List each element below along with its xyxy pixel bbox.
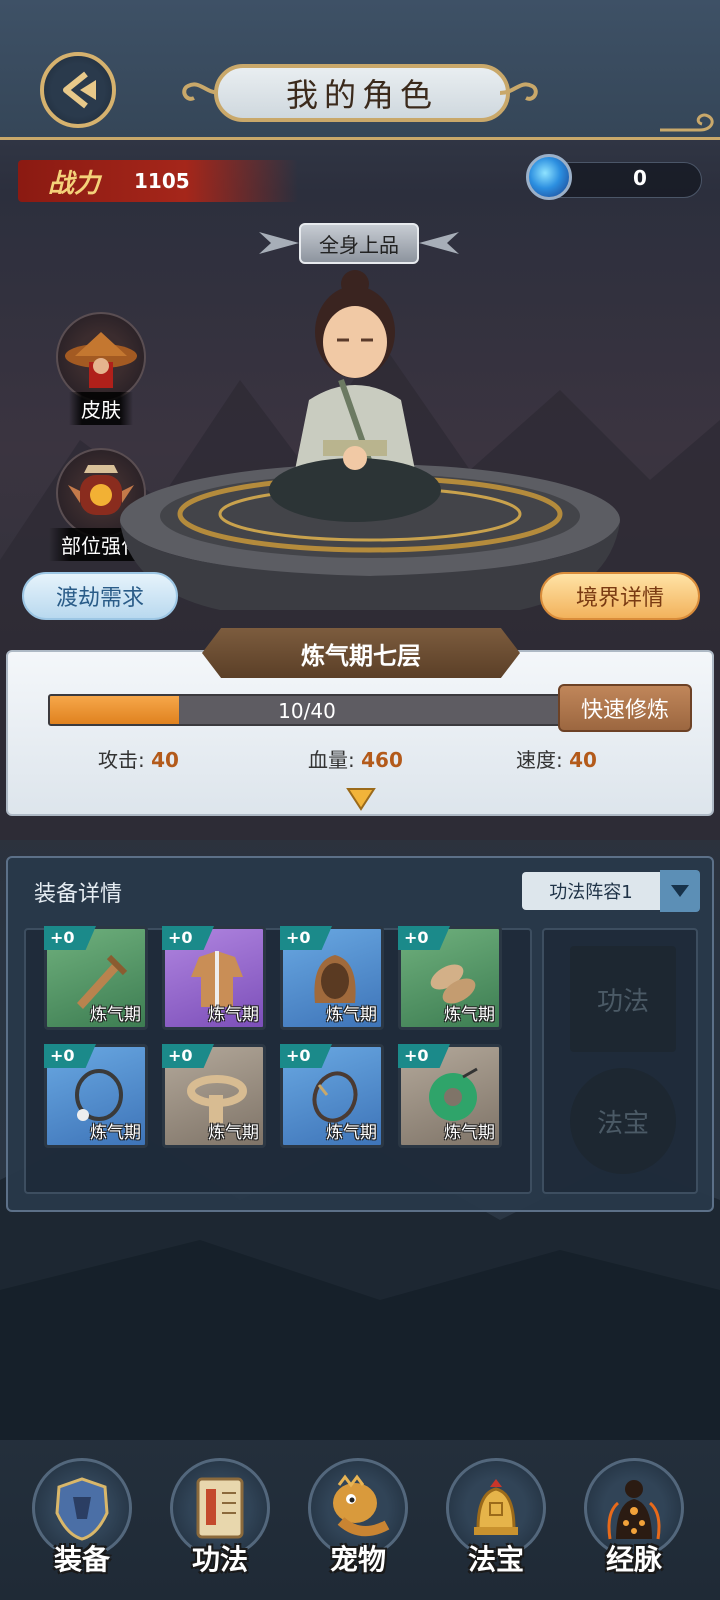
header-ornament-right — [660, 113, 714, 132]
speed-label: 速度: — [516, 748, 563, 772]
hp-stat: 血量: 460 — [308, 744, 403, 773]
equipment-slot[interactable]: +0 炼气期 — [398, 926, 502, 1030]
nav-pet-label: 宠物 — [329, 1543, 386, 1576]
equipment-slot[interactable]: +0 炼气期 — [398, 1044, 502, 1148]
back-button[interactable] — [40, 52, 116, 128]
equipment-slot[interactable]: +0 炼气期 — [280, 926, 384, 1030]
expand-arrow-icon[interactable] — [346, 786, 376, 812]
equipment-slot[interactable]: +0 炼气期 — [280, 1044, 384, 1148]
attack-value: 40 — [151, 748, 179, 772]
realm-title: 炼气期七层 — [202, 628, 520, 678]
back-arrow-icon — [63, 71, 96, 109]
nav-treasure-label: 法宝 — [467, 1543, 524, 1576]
skin-button[interactable]: 皮肤 — [46, 312, 156, 425]
slot-realm-name: 炼气期 — [90, 1005, 141, 1025]
slot-realm-name: 炼气期 — [90, 1123, 141, 1143]
slot-realm-name: 炼气期 — [326, 1123, 377, 1143]
skin-label: 皮肤 — [69, 392, 133, 425]
hat-character-icon — [56, 312, 146, 402]
nav-pet[interactable]: 宠物 — [306, 1458, 410, 1588]
currency-value: 0 — [633, 166, 647, 190]
speed-value: 40 — [569, 748, 597, 772]
equipment-title: 装备详情 — [34, 882, 123, 907]
combat-power-value: 1105 — [134, 169, 190, 193]
cultivation-progress-bar: 10/40 — [48, 694, 566, 726]
attack-label: 攻击: — [98, 748, 145, 772]
nav-skills-label: 功法 — [191, 1543, 248, 1576]
slot-realm-name: 炼气期 — [444, 1123, 495, 1143]
equipment-slot[interactable]: +0 炼气期 — [162, 926, 266, 1030]
character-avatar[interactable] — [265, 250, 445, 530]
skill-slot[interactable]: 功法 — [570, 946, 676, 1052]
spirit-orb-icon — [526, 154, 572, 200]
equipment-slot[interactable]: +0 炼气期 — [162, 1044, 266, 1148]
tribulation-requirement-button[interactable]: 渡劫需求 — [22, 572, 178, 620]
cultivation-progress-text: 10/40 — [278, 699, 336, 723]
equipment-slot[interactable]: +0 炼气期 — [44, 1044, 148, 1148]
quick-cultivate-button[interactable]: 快速修炼 — [558, 684, 692, 732]
treasure-slot[interactable]: 法宝 — [570, 1068, 676, 1174]
title-ornament-right — [500, 82, 538, 101]
speed-stat: 速度: 40 — [516, 744, 597, 773]
combat-power-label: 战力 — [48, 168, 101, 199]
hp-value: 460 — [361, 748, 403, 772]
attack-stat: 攻击: 40 — [98, 744, 179, 773]
page-title: 我的角色 — [214, 64, 510, 122]
slot-realm-name: 炼气期 — [208, 1005, 259, 1025]
nav-meridian[interactable]: 经脉 — [582, 1458, 686, 1588]
chevron-down-icon — [671, 885, 689, 897]
nav-equipment-label: 装备 — [53, 1543, 110, 1576]
formation-select[interactable]: 功法阵容1 — [522, 872, 660, 910]
slot-realm-name: 炼气期 — [208, 1123, 259, 1143]
equipment-slot[interactable]: +0 炼气期 — [44, 926, 148, 1030]
nav-equipment[interactable]: 装备 — [30, 1458, 134, 1588]
combat-power-bar: 战力 1105 — [18, 160, 298, 202]
formation-dropdown-button[interactable] — [660, 870, 700, 912]
nav-treasure[interactable]: 法宝 — [444, 1458, 548, 1588]
realm-details-button[interactable]: 境界详情 — [540, 572, 700, 620]
hp-label: 血量: — [308, 748, 355, 772]
nav-meridian-label: 经脉 — [605, 1543, 662, 1576]
nav-skills[interactable]: 功法 — [168, 1458, 272, 1588]
slot-realm-name: 炼气期 — [326, 1005, 377, 1025]
slot-realm-name: 炼气期 — [444, 1005, 495, 1025]
